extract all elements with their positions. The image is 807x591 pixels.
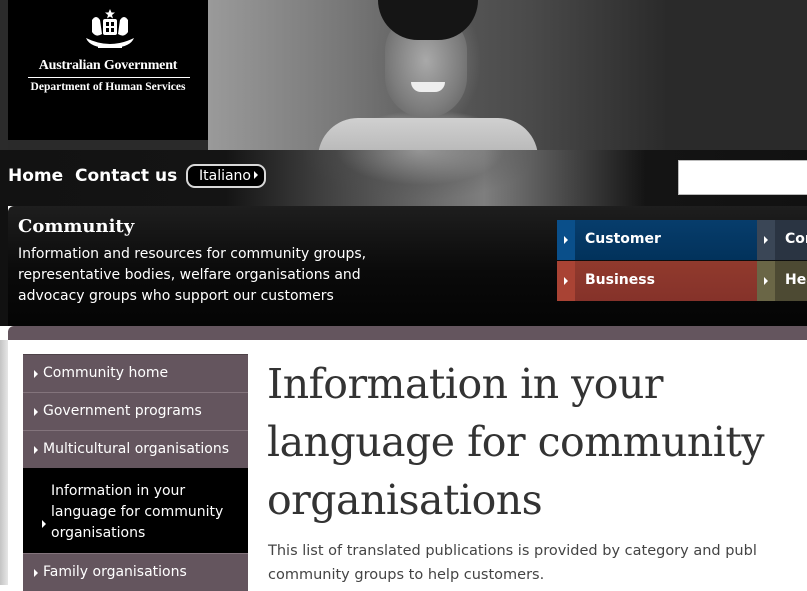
language-button-label: Italiano [199, 168, 251, 184]
nav-contact-link[interactable]: Contact us [75, 166, 177, 186]
logo-divider [28, 77, 190, 78]
content-top-strip [8, 326, 807, 340]
arrow-right-icon [564, 277, 568, 285]
coat-of-arms-icon [86, 9, 134, 48]
audience-tile-label: Community [785, 231, 807, 247]
hero-photo-continuation [290, 150, 530, 206]
audience-tile-business[interactable]: Business [557, 261, 757, 301]
page-edge [0, 340, 8, 585]
sidebar-item-information-in-your-language[interactable]: Information in your language for communi… [23, 468, 248, 553]
photo-shirt [318, 118, 538, 150]
arrow-right-icon [254, 171, 258, 179]
arrow-right-icon [34, 569, 38, 577]
photo-smile [411, 82, 445, 92]
audience-tile-community[interactable]: Community [757, 220, 807, 260]
page-edge [0, 206, 8, 326]
intro-paragraph: This list of translated publications is … [268, 539, 807, 587]
arrow-right-icon [764, 277, 768, 285]
nav-home-link[interactable]: Home [8, 166, 63, 186]
arrow-right-icon [34, 408, 38, 416]
logo-title: Australian Government [38, 58, 178, 73]
page-title: Information in your language for communi… [267, 360, 765, 524]
arrow-right-icon [34, 446, 38, 454]
audience-tile-label: Customer [585, 231, 661, 247]
sidebar-item-government-programs[interactable]: Government programs [23, 392, 248, 430]
sidebar-item-label: Multicultural organisations [43, 441, 230, 457]
audience-tile-customer[interactable]: Customer [557, 220, 757, 260]
logo-subtitle: Department of Human Services [30, 81, 186, 93]
sidebar-item-label: Government programs [43, 403, 202, 419]
sidebar-item-family-organisations[interactable]: Family organisations [23, 553, 248, 591]
arrow-right-icon [564, 236, 568, 244]
sidebar-item-multicultural-organisations[interactable]: Multicultural organisations [23, 430, 248, 468]
intro-text: This list of translated publications is … [268, 543, 757, 583]
sidebar-item-label: Community home [43, 365, 169, 381]
agency-logo[interactable]: Australian Government Department of Huma… [8, 0, 208, 140]
section-title: Community [18, 216, 135, 237]
hero-photo [208, 0, 668, 150]
sidebar-nav: Community home Government programs Multi… [23, 354, 248, 591]
language-button[interactable]: Italiano [186, 164, 266, 188]
audience-tile-label: Business [585, 272, 655, 288]
sidebar-item-label: Family organisations [43, 564, 187, 580]
arrow-right-icon [764, 236, 768, 244]
audience-tile-health[interactable]: Health [757, 261, 807, 301]
section-description: Information and resources for community … [18, 246, 367, 304]
search-input[interactable] [678, 160, 807, 195]
audience-tile-label: Health [785, 272, 807, 288]
header-banner: Australian Government Department of Huma… [0, 0, 807, 150]
sidebar-item-community-home[interactable]: Community home [23, 354, 248, 392]
sidebar-item-label: Information in your language for communi… [51, 483, 224, 541]
arrow-right-icon [34, 370, 38, 378]
arrow-right-icon [42, 520, 46, 528]
page-edge [0, 0, 8, 150]
